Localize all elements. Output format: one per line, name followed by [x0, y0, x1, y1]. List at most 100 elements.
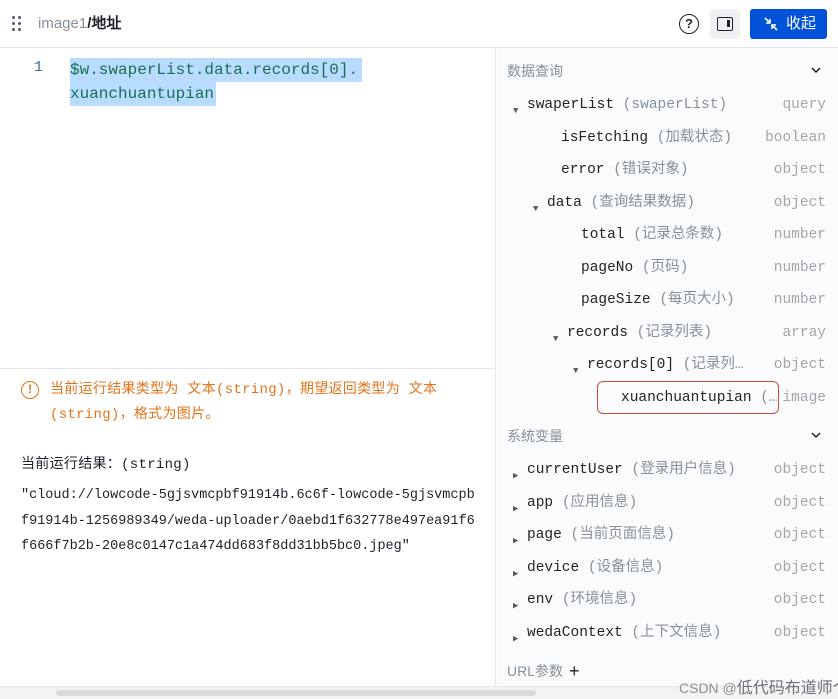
collapse-button[interactable]: 收起: [750, 9, 827, 39]
watermark-prefix: CSDN @: [679, 680, 737, 696]
tree-item-label: page (当前页面信息): [527, 525, 675, 545]
caret-right-icon[interactable]: ▶: [513, 466, 518, 486]
tree-row-device[interactable]: ▶ device (设备信息) object: [497, 558, 838, 590]
toggle-panel-button[interactable]: [710, 9, 740, 39]
highlight-box: [597, 381, 779, 414]
tree-item-label: env (环境信息): [527, 590, 637, 610]
tree-item-label: device (设备信息): [527, 558, 663, 578]
side-panel-icon: [717, 17, 733, 31]
tree-item-label: isFetching (加载状态): [561, 128, 732, 148]
result-type-label: 当前运行结果：(string): [21, 457, 191, 473]
tree-item-desc: (加载状态): [656, 129, 733, 146]
tree-item-label: total (记录总条数): [581, 225, 723, 245]
tree-item-type: object: [773, 592, 826, 608]
tree-item-name: data: [547, 194, 582, 211]
add-url-param-icon[interactable]: +: [569, 661, 580, 682]
caret-down-icon[interactable]: ▼: [533, 199, 538, 219]
tree-row-pageSize[interactable]: pageSize (每页大小) number: [497, 290, 838, 322]
tree-row-records[interactable]: ▼ records (记录列表) array: [497, 323, 838, 355]
warning-message: 当前运行结果类型为 文本(string)，期望返回类型为 文本(string)，…: [50, 382, 438, 423]
tree-item-type: query: [782, 97, 826, 113]
tree-item-name: total: [581, 227, 625, 243]
tree-item-label: data (查询结果数据): [547, 193, 695, 213]
watermark: CSDN @低代码布道师个: [679, 674, 838, 698]
tree-item-name: error: [561, 162, 605, 178]
url-params-label: URL参数: [507, 663, 564, 679]
result-value: "cloud://lowcode-5gjsvmcpbf91914b.6c6f-l…: [21, 488, 475, 554]
tree-item-desc: (页码): [641, 259, 689, 276]
caret-down-icon[interactable]: ▼: [573, 361, 578, 381]
tree-item-label: records[0] (记录列…: [587, 355, 744, 375]
chevron-down-icon[interactable]: [810, 429, 822, 441]
code-content[interactable]: $w.swaperList.data.records[0]. xuanchuan…: [70, 58, 363, 106]
tree-row-app[interactable]: ▶ app (应用信息) object: [497, 493, 838, 525]
scrollbar-thumb[interactable]: [56, 690, 536, 696]
tree-item-name: device: [527, 559, 580, 576]
tree-row-error[interactable]: error (错误对象) object: [497, 160, 838, 192]
tree-item-desc: (环境信息): [561, 592, 638, 608]
chevron-down-icon[interactable]: [810, 64, 822, 76]
tree-row-swaperList[interactable]: ▼ swaperList (swaperList) query: [497, 95, 838, 127]
tree-item-name: records[0]: [587, 357, 675, 373]
tree-item-label: error (错误对象): [561, 160, 689, 180]
caret-right-icon[interactable]: ▶: [513, 629, 518, 649]
variables-panel: 数据查询 ▼ swaperList (swaperList) query isFetc…: [497, 48, 838, 686]
result-panel: ! 当前运行结果类型为 文本(string)，期望返回类型为 文本(string…: [0, 368, 496, 686]
section-data-query-title[interactable]: 数据查询: [507, 61, 563, 81]
tree-row-total[interactable]: total (记录总条数) number: [497, 225, 838, 257]
caret-down-icon[interactable]: ▼: [553, 329, 558, 349]
header-bar: image1/地址 ? 收起: [0, 0, 838, 48]
tree-item-name: wedaContext: [527, 624, 623, 641]
collapse-arrows-icon: [764, 17, 778, 31]
tree-item-type: image: [782, 389, 826, 406]
caret-right-icon[interactable]: ▶: [513, 564, 518, 584]
tree-item-label: swaperList (swaperList): [527, 95, 727, 115]
tree-item-name: app: [527, 494, 554, 511]
tree-item-desc: (记录列…: [682, 357, 744, 373]
tree-item-label: currentUser (登录用户信息): [527, 460, 736, 480]
tree-item-label: app (应用信息): [527, 493, 637, 513]
tree-row-pageNo[interactable]: pageNo (页码) number: [497, 258, 838, 290]
tree-item-type: number: [773, 292, 826, 308]
tree-item-type: object: [773, 527, 826, 543]
tree-item-desc: (错误对象): [613, 162, 689, 178]
tree-item-name: page: [527, 527, 562, 543]
drag-handle-icon[interactable]: [12, 16, 22, 32]
tree-item-type: number: [773, 259, 826, 276]
tree-row-wedaContext[interactable]: ▶ wedaContext (上下文信息) object: [497, 623, 838, 655]
tree-row-env[interactable]: ▶ env (环境信息) object: [497, 590, 838, 622]
tree-row-data[interactable]: ▼ data (查询结果数据) object: [497, 193, 838, 225]
tree-item-label: records (记录列表): [567, 323, 712, 343]
tree-item-type: object: [773, 559, 826, 576]
caret-down-icon[interactable]: ▼: [513, 101, 518, 121]
tree-item-name: pageSize: [581, 292, 651, 308]
tree-item-desc: (记录列表): [636, 324, 713, 341]
tree-item-label: pageSize (每页大小): [581, 290, 735, 310]
tree-item-desc: (每页大小): [659, 292, 735, 308]
watermark-name: 低代码布道师: [736, 680, 833, 697]
section-url-params-title[interactable]: URL参数 +: [507, 661, 580, 682]
caret-right-icon[interactable]: ▶: [513, 596, 518, 616]
caret-right-icon[interactable]: ▶: [513, 531, 518, 551]
warning-icon: !: [21, 381, 39, 399]
code-line-2: xuanchuantupian: [70, 82, 217, 106]
watermark-tail: 个: [833, 680, 838, 697]
code-line-1: $w.swaperList.data.records[0].: [70, 58, 363, 82]
expression-editor[interactable]: 1 $w.swaperList.data.records[0]. xuanchu…: [0, 48, 496, 368]
tree-row-page[interactable]: ▶ page (当前页面信息) object: [497, 525, 838, 557]
tree-row-currentUser[interactable]: ▶ currentUser (登录用户信息) object: [497, 460, 838, 492]
tree-item-desc: (当前页面信息): [570, 527, 675, 543]
section-system-vars-title[interactable]: 系统变量: [507, 426, 563, 446]
breadcrumb-current: 地址: [91, 15, 122, 32]
help-icon[interactable]: ?: [679, 14, 699, 34]
tree-item-desc: (上下文信息): [631, 624, 722, 641]
tree-item-name: env: [527, 592, 554, 608]
tree-item-desc: (查询结果数据): [590, 194, 695, 211]
tree-item-type: object: [773, 462, 826, 478]
tree-item-name: swaperList: [527, 97, 615, 113]
caret-right-icon[interactable]: ▶: [513, 499, 518, 519]
breadcrumb-parent: image1: [38, 15, 88, 32]
tree-item-label: pageNo (页码): [581, 258, 688, 278]
tree-row-isFetching[interactable]: isFetching (加载状态) boolean: [497, 128, 838, 160]
tree-item-label: wedaContext (上下文信息): [527, 623, 721, 643]
